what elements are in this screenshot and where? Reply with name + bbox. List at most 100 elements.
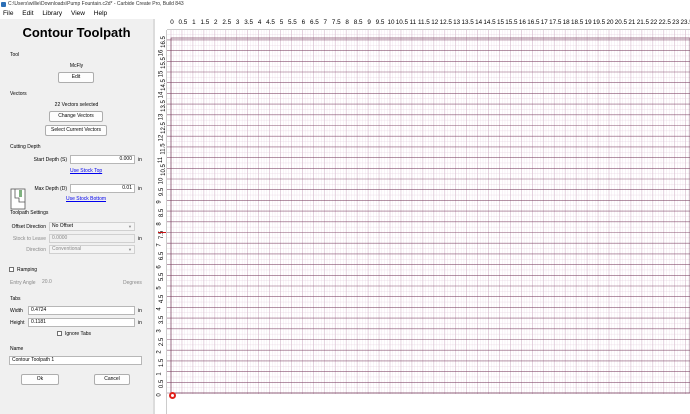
tool-section-label: Tool xyxy=(10,52,20,58)
ruler-y-tick: 13 xyxy=(158,113,165,121)
ruler-y-tick: 10 xyxy=(158,177,165,185)
select-current-vectors-button[interactable]: Select Current Vectors xyxy=(45,125,107,136)
ruler-y-tick: 5.5 xyxy=(159,273,166,282)
tab-height-field[interactable]: 0.1181 xyxy=(28,318,135,327)
start-depth-field[interactable]: 0.000 xyxy=(70,155,135,164)
ruler-y-tick: 1 xyxy=(156,371,163,376)
menu-view[interactable]: View xyxy=(71,10,85,17)
stock-to-leave-field[interactable]: 0.0000 xyxy=(49,234,135,243)
tab-height-label: Height xyxy=(10,320,25,326)
entry-angle-field[interactable]: 20.0 xyxy=(39,278,119,287)
vectors-selected-text: 22 Vectors selected xyxy=(54,102,99,108)
ruler-y-tick: 16.5 xyxy=(160,36,167,48)
tool-name: McFly xyxy=(69,63,84,69)
ruler-x-tick: 5.5 xyxy=(288,19,297,26)
entry-angle-unit: Degrees xyxy=(123,280,142,286)
ruler-y-tick: 3.5 xyxy=(159,315,166,325)
window-title: C:\Users\willie\Downloads\Pump Fountain.… xyxy=(8,1,184,7)
change-vectors-button[interactable]: Change Vectors xyxy=(49,111,103,122)
edit-tool-button[interactable]: Edit xyxy=(58,72,94,83)
horizontal-ruler: 0 0.5 1 1.5 2 2.5 3 3.5 4 4.5 5 5.5 6 6.5 7 7.5 8 8.5 9 9.5… xyxy=(155,19,690,30)
ruler-x-tick: 19 xyxy=(584,19,592,26)
ruler-x-tick: 4.5 xyxy=(266,19,275,26)
ruler-y-tick: 8.5 xyxy=(159,208,166,218)
ruler-x-tick: 12.5 xyxy=(439,19,452,26)
ruler-y-tick: 12 xyxy=(158,134,165,142)
ruler-y-tick: 16 xyxy=(158,49,165,56)
ruler-y-tick: 3 xyxy=(156,329,163,333)
ruler-y-tick: 4.5 xyxy=(159,294,166,303)
menu-file[interactable]: File xyxy=(3,10,13,17)
ruler-x-tick: 7 xyxy=(323,19,328,26)
toolpath-panel: Contour Toolpath Tool McFly Edit Vectors… xyxy=(0,19,153,414)
ruler-y-tick: 11.5 xyxy=(160,143,167,155)
ruler-x-tick: 19.5 xyxy=(592,19,606,26)
ruler-x-tick: 13 xyxy=(453,19,461,26)
ruler-x-tick: 16.5 xyxy=(527,19,540,26)
max-depth-label: Max Depth (D) xyxy=(34,186,67,192)
ruler-x-tick: 16 xyxy=(518,19,526,26)
offset-direction-value: No Offset xyxy=(52,223,74,229)
use-stock-top-link[interactable]: Use Stock Top xyxy=(70,168,102,174)
ruler-x-tick: 20.5 xyxy=(614,19,628,26)
ruler-y-tick: 6 xyxy=(156,264,163,269)
ruler-x-tick: 2 xyxy=(214,19,218,26)
ruler-x-tick: 14.5 xyxy=(483,19,496,26)
ruler-x-tick: 22 xyxy=(650,19,658,26)
ruler-y-tick: 4 xyxy=(156,307,163,312)
menu-edit[interactable]: Edit xyxy=(22,10,33,17)
ruler-y-tick: 10.5 xyxy=(160,164,167,177)
panel-title: Contour Toolpath xyxy=(22,25,131,40)
ruler-y-tick: 8 xyxy=(156,222,163,226)
chevron-down-icon: ▼ xyxy=(128,247,132,252)
stock-to-leave-label: Stock to Leave xyxy=(12,236,46,242)
ruler-x-tick: 15.5 xyxy=(505,19,518,26)
ruler-x-tick: 0 xyxy=(170,19,174,26)
ruler-x-tick: 6.5 xyxy=(309,19,319,26)
ruler-x-tick: 9.5 xyxy=(375,19,385,26)
stock-to-leave-unit: in xyxy=(138,236,142,242)
tab-width-label: Width xyxy=(10,308,23,314)
offset-direction-select[interactable]: No Offset ▼ xyxy=(49,222,135,231)
ruler-y-tick: 5 xyxy=(156,286,163,290)
ruler-x-tick: 15 xyxy=(496,19,505,26)
ruler-x-tick: 21 xyxy=(628,19,636,26)
toolpath-name-field[interactable]: Contour Toolpath 1 xyxy=(9,356,142,365)
ruler-x-tick: 13.5 xyxy=(461,19,474,26)
ruler-x-tick: 11.5 xyxy=(417,19,430,26)
app-icon xyxy=(1,2,6,7)
ruler-x-tick: 8.5 xyxy=(353,19,363,26)
design-canvas[interactable] xyxy=(167,28,690,394)
ruler-x-tick: 17 xyxy=(540,19,548,26)
direction-select[interactable]: Conventional ▼ xyxy=(49,245,135,254)
ruler-x-tick: 5 xyxy=(279,19,284,26)
cancel-button[interactable]: Cancel xyxy=(94,374,130,385)
tabs-section-label: Tabs xyxy=(10,296,21,302)
origin-icon xyxy=(169,392,176,399)
ruler-x-tick: 6 xyxy=(301,19,306,26)
ruler-position-marker xyxy=(158,232,166,233)
menu-help[interactable]: Help xyxy=(94,10,107,17)
ignore-tabs-checkbox[interactable] xyxy=(57,331,62,336)
ruler-y-tick: 1.5 xyxy=(159,358,166,368)
ramping-checkbox[interactable] xyxy=(9,267,14,272)
ok-button[interactable]: Ok xyxy=(21,374,59,385)
max-depth-field[interactable]: 0.01 xyxy=(70,184,135,193)
ruler-x-tick: 14 xyxy=(475,19,483,26)
ruler-x-tick: 11 xyxy=(409,19,417,26)
max-depth-unit: in xyxy=(138,186,142,192)
menu-library[interactable]: Library xyxy=(42,10,62,17)
ruler-y-tick: 9 xyxy=(156,200,163,205)
start-depth-unit: in xyxy=(138,157,142,163)
ruler-y-tick: 15.5 xyxy=(160,57,167,70)
tab-width-field[interactable]: 0.4724 xyxy=(28,306,135,315)
ruler-y-tick: 12.5 xyxy=(160,121,167,134)
ruler-y-tick: 11 xyxy=(158,156,165,163)
ruler-x-tick: 18 xyxy=(562,19,570,26)
use-stock-bottom-link[interactable]: Use Stock Bottom xyxy=(66,196,106,202)
toolpath-settings-section-label: Toolpath Settings xyxy=(10,210,49,216)
ruler-y-tick: 2.5 xyxy=(159,337,166,346)
stock-grid xyxy=(167,28,690,394)
ruler-x-tick: 17.5 xyxy=(549,19,562,26)
ruler-x-tick: 3 xyxy=(235,19,240,26)
